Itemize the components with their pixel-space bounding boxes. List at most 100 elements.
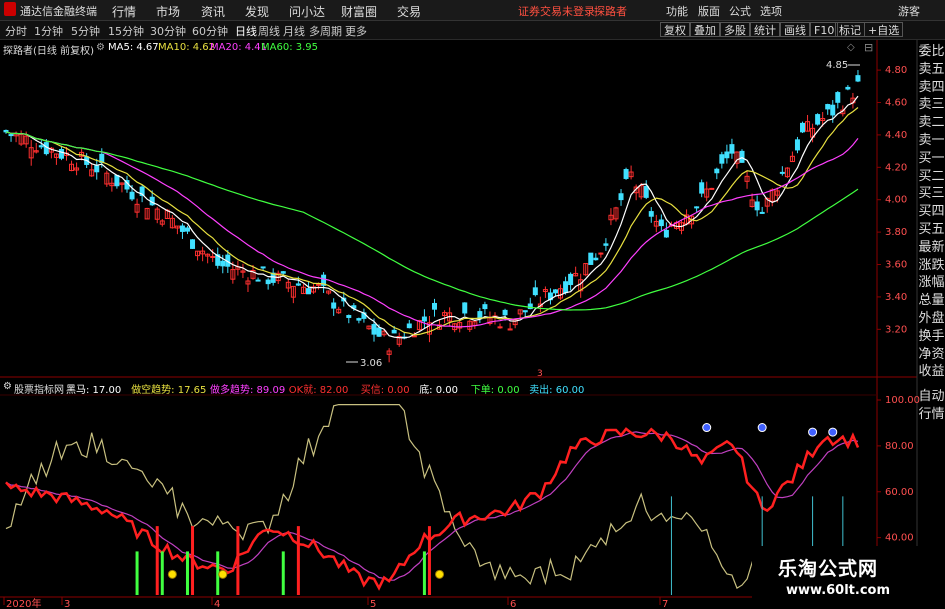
candle-body-112 xyxy=(568,273,574,286)
indicator-item-6: 下单: 0.00 xyxy=(470,385,520,396)
ind-label-2: 60.00 xyxy=(885,487,914,498)
candle-body-150 xyxy=(759,211,765,214)
indicator-item-5: 底: 0.00 xyxy=(419,385,459,396)
side-item-16[interactable]: 换手 xyxy=(918,327,945,346)
indicator-item-7: 卖出: 60.00 xyxy=(529,385,585,396)
indicator-item-2: 做多趋势: 89.09 xyxy=(210,385,286,396)
candle-body-111 xyxy=(563,281,569,294)
price-label-2: 4.40 xyxy=(885,130,907,141)
candle-body-68 xyxy=(346,315,352,318)
ma20-line xyxy=(5,131,859,328)
date-label-1: 3 xyxy=(64,599,70,609)
ma60-line xyxy=(5,131,859,311)
side-item-14[interactable]: 总量 xyxy=(918,291,945,310)
date-label-5: 7 xyxy=(662,599,668,609)
candle-body-109 xyxy=(552,289,558,294)
candle-body-50 xyxy=(255,279,261,282)
candle-body-25 xyxy=(129,191,135,200)
candle-body-55 xyxy=(280,271,286,274)
candle-body-167 xyxy=(845,86,851,90)
side-item-12[interactable]: 涨跌 xyxy=(918,256,945,275)
side-item-10[interactable]: 买五 xyxy=(918,220,945,239)
candle-body-60 xyxy=(305,288,311,295)
side-item-11[interactable]: 最新 xyxy=(918,238,945,257)
high-price-label: 4.85 xyxy=(826,60,848,71)
quote-label[interactable]: 行情 xyxy=(918,403,945,422)
candle-body-169 xyxy=(855,75,861,82)
candle-body-73 xyxy=(371,324,377,335)
price-label-3: 4.20 xyxy=(885,162,907,173)
watermark-title: 乐淘公式网 xyxy=(778,558,879,580)
candle-body-143 xyxy=(724,151,730,159)
side-item-1[interactable]: 卖五 xyxy=(918,60,945,79)
side-item-8[interactable]: 买三 xyxy=(918,184,945,203)
candle-body-83 xyxy=(421,316,427,322)
candle-body-158 xyxy=(800,122,806,133)
date-label-3: 5 xyxy=(370,599,376,609)
candle-body-142 xyxy=(719,154,725,164)
side-item-15[interactable]: 外盘 xyxy=(918,309,945,328)
indicator-item-4: 买信: 0.00 xyxy=(360,385,410,396)
candle-body-37 xyxy=(190,239,196,249)
low-price-label: 3.06 xyxy=(360,358,382,369)
candle-body-77 xyxy=(391,329,397,334)
candle-body-80 xyxy=(406,323,412,329)
auto-label[interactable]: 自动 xyxy=(918,385,945,404)
candle-body-141 xyxy=(714,168,720,174)
side-item-0[interactable]: 委比 xyxy=(918,42,945,61)
candle-body-35 xyxy=(179,225,185,232)
candle-body-43 xyxy=(220,260,226,267)
candle-body-127 xyxy=(643,185,649,198)
side-item-4[interactable]: 卖二 xyxy=(918,113,945,132)
buy-smiley-2 xyxy=(435,569,445,579)
candle-body-128 xyxy=(648,211,654,217)
side-item-13[interactable]: 涨幅 xyxy=(918,273,945,292)
candle-body-161 xyxy=(815,114,821,125)
candle-body-165 xyxy=(835,92,841,103)
candle-body-11 xyxy=(58,148,64,159)
price-label-8: 3.20 xyxy=(885,324,907,335)
candle-body-149 xyxy=(754,201,760,211)
candle-body-144 xyxy=(729,144,735,154)
candle-body-117 xyxy=(593,257,599,261)
candle-body-154 xyxy=(779,171,785,174)
ind-yellow-line xyxy=(5,404,859,589)
candle-body-138 xyxy=(699,182,705,194)
side-item-18[interactable]: 收益 xyxy=(918,362,945,381)
watermark-url: www.60lt.com xyxy=(786,583,891,598)
candle-body-52 xyxy=(265,279,271,285)
candle-body-140 xyxy=(709,187,715,190)
side-item-9[interactable]: 买四 xyxy=(918,202,945,221)
side-item-5[interactable]: 卖一 xyxy=(918,131,945,150)
candle-body-95 xyxy=(482,304,488,310)
indicator-name[interactable]: 股票指标网 xyxy=(14,381,64,396)
candle-body-18 xyxy=(94,165,100,173)
candle-body-118 xyxy=(598,252,604,255)
candle-body-164 xyxy=(830,104,836,116)
side-item-17[interactable]: 净资 xyxy=(918,345,945,364)
sell-dot-1 xyxy=(757,423,767,433)
candle-body-65 xyxy=(331,302,337,309)
ma10-line xyxy=(5,107,859,336)
candle-body-103 xyxy=(522,310,528,313)
kline-chart[interactable]: 4.80 4.60 4.40 4.20 4.00 3.80 3.60 3.40 3.20 4.85… xyxy=(0,0,945,609)
candle-body-130 xyxy=(658,219,664,227)
price-label-4: 4.00 xyxy=(885,195,907,206)
candle-body-146 xyxy=(739,150,745,163)
side-item-6[interactable]: 买一 xyxy=(918,149,945,168)
candle-body-1 xyxy=(8,134,14,137)
side-item-7[interactable]: 买二 xyxy=(918,167,945,186)
side-item-3[interactable]: 卖三 xyxy=(918,95,945,114)
sell-dot-b1 xyxy=(828,427,838,437)
ma5-line xyxy=(5,95,859,339)
candle-body-91 xyxy=(462,302,468,314)
indicator-gear-icon[interactable]: ⚙ xyxy=(3,381,12,392)
candle-body-51 xyxy=(260,266,266,269)
ind-magenta-line xyxy=(5,431,859,581)
candle-body-157 xyxy=(794,139,800,151)
ind-label-1: 80.00 xyxy=(885,441,914,452)
side-item-2[interactable]: 卖四 xyxy=(918,78,945,97)
candle-body-74 xyxy=(376,327,382,337)
side-panel: 委比 卖五 卖四 卖三 卖二 卖一 买一 买二 买三 买四 买五 最新 涨跌 涨幅 总量 外盘 换手 净资 收益 xyxy=(918,42,945,382)
price-label-5: 3.80 xyxy=(885,227,907,238)
